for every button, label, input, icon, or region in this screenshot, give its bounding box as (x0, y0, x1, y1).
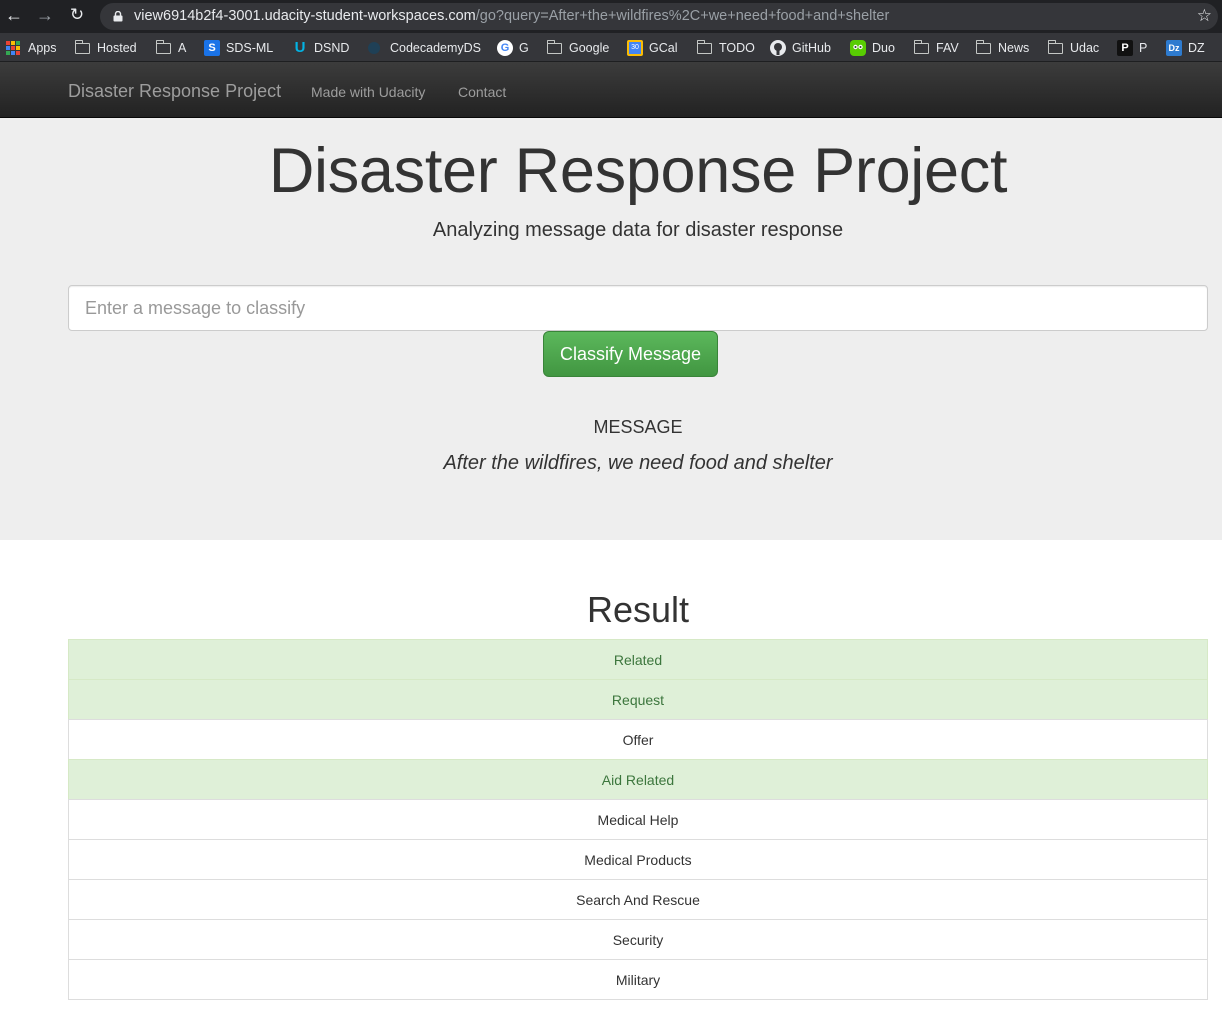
navbar-brand[interactable]: Disaster Response Project (68, 81, 281, 101)
bookmark-label: CodecademyDS (390, 41, 482, 55)
bookmark-label: TODO (719, 41, 755, 55)
url-host: view6914b2f4-3001.udacity-student-worksp… (134, 8, 476, 24)
url-path: /go?query=After+the+wildfires%2C+we+need… (475, 8, 890, 24)
folder-icon (546, 40, 562, 54)
p-logo-icon: P (1117, 40, 1133, 56)
result-item-related: Related (68, 639, 1208, 680)
bookmark-label: Duo (872, 41, 895, 55)
url-text: view6914b2f4-3001.udacity-student-worksp… (134, 8, 889, 25)
apps-grid-icon (6, 41, 20, 55)
calendar-icon: 30 (627, 40, 643, 56)
folder-icon (1047, 40, 1063, 54)
nav-link-made-with-udacity[interactable]: Made with Udacity (311, 83, 425, 101)
github-logo-icon (770, 40, 786, 56)
bookmark-label: G (519, 41, 529, 55)
classify-message-button[interactable]: Classify Message (543, 331, 718, 377)
bookmark-label: Udac (1070, 41, 1100, 55)
dz-logo-icon: Dz (1166, 40, 1182, 56)
result-item-request: Request (68, 679, 1208, 720)
folder-icon (74, 40, 90, 54)
lock-icon (113, 11, 123, 22)
bookmark-label: Google (569, 41, 610, 55)
result-item-security: Security (68, 919, 1208, 960)
folder-icon (696, 40, 712, 54)
nav-link-contact[interactable]: Contact (458, 83, 506, 101)
bookmark-star-icon[interactable]: ☆ (1197, 6, 1212, 26)
google-logo-icon: G (497, 40, 513, 56)
result-item-medical-help: Medical Help (68, 799, 1208, 840)
jumbotron: Disaster Response Project Analyzing mess… (0, 118, 1222, 540)
bookmark-label: GitHub (792, 41, 831, 55)
bookmark-label: DSND (314, 41, 350, 55)
result-item-offer: Offer (68, 719, 1208, 760)
bookmark-label: P (1139, 41, 1148, 55)
message-input[interactable] (68, 285, 1208, 331)
bookmark-label: A (178, 41, 187, 55)
result-list: Related Request Offer Aid Related Medica… (68, 639, 1208, 1000)
folder-icon (975, 40, 991, 54)
forward-arrow-icon[interactable]: → (34, 4, 56, 26)
bookmark-label: News (998, 41, 1030, 55)
message-heading: MESSAGE (593, 417, 683, 437)
bookmarks-bar: Apps Hosted A S SDS-ML U DSND Codecademy… (0, 33, 1222, 62)
result-title: Result (586, 589, 690, 630)
result-item-medical-products: Medical Products (68, 839, 1208, 880)
folder-icon (913, 40, 929, 54)
codecademy-logo-icon (368, 42, 380, 54)
s-logo-icon: S (204, 40, 220, 56)
back-arrow-icon[interactable]: ← (3, 4, 25, 26)
bookmark-label: DZ (1188, 41, 1205, 55)
page-subtitle: Analyzing message data for disaster resp… (432, 219, 844, 241)
site-navbar: Disaster Response Project Made with Udac… (0, 62, 1222, 118)
result-item-military: Military (68, 959, 1208, 1000)
page-title: Disaster Response Project (268, 136, 1008, 206)
message-text: After the wildfires, we need food and sh… (443, 452, 833, 474)
result-item-aid-related: Aid Related (68, 759, 1208, 800)
bookmark-label: GCal (649, 41, 678, 55)
bookmark-label: Hosted (97, 41, 137, 55)
result-item-search-and-rescue: Search And Rescue (68, 879, 1208, 920)
bookmark-label: Apps (28, 41, 57, 55)
url-field[interactable]: view6914b2f4-3001.udacity-student-worksp… (100, 3, 1218, 30)
reload-icon[interactable]: ↻ (66, 4, 88, 26)
bookmark-label: SDS-ML (226, 41, 274, 55)
duolingo-logo-icon (850, 40, 866, 56)
udacity-logo-icon: U (294, 39, 306, 56)
bookmark-label: FAV (936, 41, 959, 55)
folder-icon (155, 40, 171, 54)
browser-address-bar: ← → ↻ view6914b2f4-3001.udacity-student-… (0, 0, 1222, 33)
